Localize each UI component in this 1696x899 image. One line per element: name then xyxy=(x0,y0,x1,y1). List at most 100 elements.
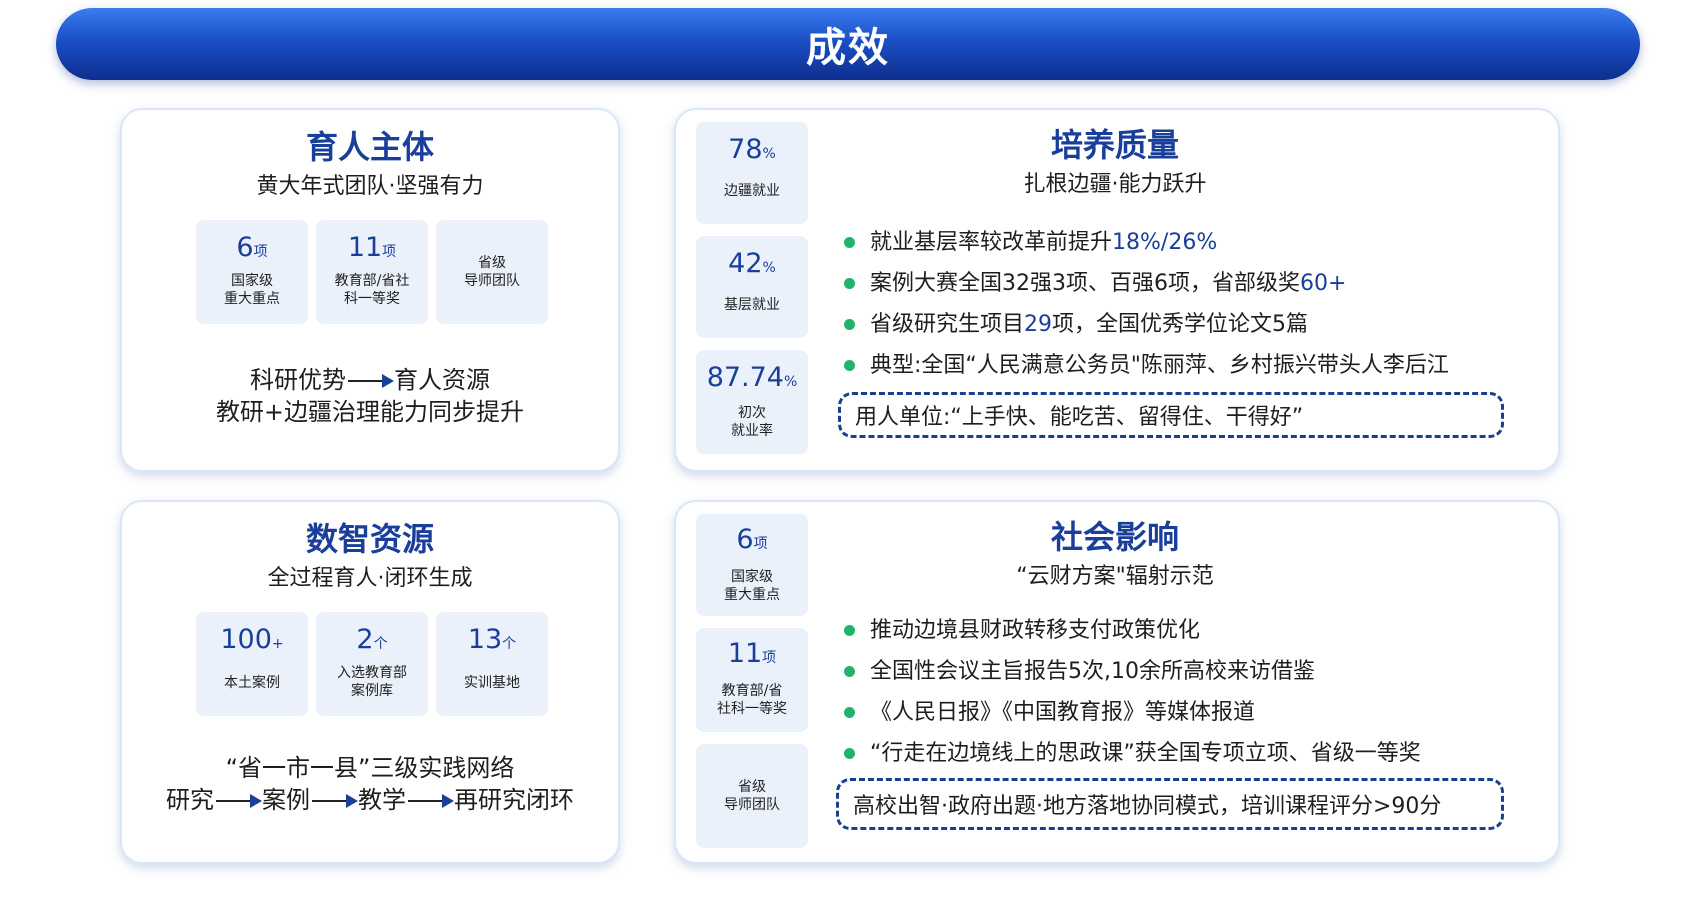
stat-number: 42 xyxy=(728,248,763,279)
practice-network-line: “省一市一县”三级实践网络 xyxy=(225,754,515,782)
stat-label: 社科一等奖 xyxy=(717,701,787,717)
list-item: 典型:全国“人民满意公务员"陈丽萍、乡村振兴带头人李后江 xyxy=(836,345,1449,386)
stat-label: 本土案例 xyxy=(224,675,280,691)
bullet-dot-icon xyxy=(844,748,855,759)
stat-unit: % xyxy=(762,146,776,162)
stat-label: 重大重点 xyxy=(224,291,280,307)
stat-unit: 项 xyxy=(753,536,768,552)
stat-unit: % xyxy=(783,374,798,390)
stat-unit: + xyxy=(271,636,284,652)
stat-number: 11 xyxy=(347,232,383,263)
bullet-dot-icon xyxy=(844,237,855,248)
flow-step: 研究 xyxy=(166,786,214,814)
stat-box: 6项 国家级 重大重点 xyxy=(196,220,308,324)
card-subtitle: “云财方案"辐射示范 xyxy=(1016,564,1214,589)
bullet-dot-icon xyxy=(844,278,855,289)
stat-label: 重大重点 xyxy=(724,587,780,603)
stat-box: 11项 教育部/省社 科一等奖 xyxy=(316,220,428,324)
stat-number: 78 xyxy=(728,134,763,165)
arrow-right-icon xyxy=(408,794,454,808)
impact-bullet-list: 推动边境县财政转移支付政策优化 全国性会议主旨报告5次,10余所高校来访借鉴 《… xyxy=(836,610,1421,774)
list-item: 案例大赛全国32强3项、百强6项，省部级奖60+ xyxy=(836,263,1449,304)
stat-number: 6 xyxy=(236,232,254,263)
list-item: 省级研究生项目29项，全国优秀学位论文5篇 xyxy=(836,304,1449,345)
stat-label: 国家级 xyxy=(231,273,273,289)
stat-box: 78% 边疆就业 xyxy=(696,122,808,224)
stat-box: 100+ 本土案例 xyxy=(196,612,308,716)
flow-step: 案例 xyxy=(262,786,310,814)
list-item: 推动边境县财政转移支付政策优化 xyxy=(836,610,1421,651)
stat-number: 11 xyxy=(727,638,763,669)
collaboration-model-text: 高校出智·政府出题·地方落地协同模式，培训课程评分>90分 xyxy=(853,794,1442,819)
stat-label: 省级 xyxy=(478,255,506,271)
arrow-right-icon xyxy=(216,794,262,808)
arrow-right-icon xyxy=(312,794,358,808)
stat-box: 2个 入选教育部 案例库 xyxy=(316,612,428,716)
stat-label: 案例库 xyxy=(351,683,393,699)
stat-unit: 项 xyxy=(762,650,777,666)
stat-label: 科一等奖 xyxy=(344,291,400,307)
stat-box: 42% 基层就业 xyxy=(696,236,808,338)
title-banner: 成效 xyxy=(56,8,1640,80)
flow-source: 科研优势 xyxy=(250,366,346,394)
summary-line: 教研+边疆治理能力同步提升 xyxy=(215,398,525,426)
stat-number: 100 xyxy=(220,624,272,655)
stat-unit: 项 xyxy=(253,244,268,260)
stat-label: 省级 xyxy=(738,779,766,795)
stat-label: 初次 xyxy=(738,405,766,421)
card-title: 社会影响 xyxy=(1050,518,1179,556)
card-subtitle: 黄大年式团队·坚强有力 xyxy=(256,174,484,199)
quality-bullet-list: 就业基层率较改革前提升18%/26% 案例大赛全国32强3项、百强6项，省部级奖… xyxy=(836,222,1449,386)
stat-label: 边疆就业 xyxy=(724,183,780,199)
flow-step: 教学 xyxy=(358,786,406,814)
flow-step: 再研究闭环 xyxy=(454,786,574,814)
stat-label: 教育部/省社 xyxy=(334,273,410,289)
card-subtitle: 扎根边疆·能力跃升 xyxy=(1023,172,1207,197)
list-item: 就业基层率较改革前提升18%/26% xyxy=(836,222,1449,263)
stat-box: 省级 导师团队 xyxy=(436,220,548,324)
bullet-dot-icon xyxy=(844,666,855,677)
card-title: 育人主体 xyxy=(305,128,434,166)
transform-line: 科研优势 育人资源 xyxy=(122,360,618,395)
employer-feedback-text: 用人单位:“上手快、能吃苦、留得住、干得好” xyxy=(855,405,1304,430)
card-education-subject: 育人主体 黄大年式团队·坚强有力 6项 国家级 重大重点 11项 教育部/省社 … xyxy=(120,108,620,472)
card-subtitle: 全过程育人·闭环生成 xyxy=(267,566,473,591)
bullet-dot-icon xyxy=(844,625,855,636)
employer-feedback-box: 用人单位:“上手快、能吃苦、留得住、干得好” xyxy=(838,392,1504,438)
page-title: 成效 xyxy=(806,25,890,71)
arrow-right-icon xyxy=(348,374,394,388)
stat-box: 11项 教育部/省 社科一等奖 xyxy=(696,628,808,732)
stat-label: 实训基地 xyxy=(464,675,520,691)
stat-number: 13 xyxy=(467,624,503,655)
card-title: 培养质量 xyxy=(1050,126,1179,164)
bullet-dot-icon xyxy=(844,319,855,330)
card-digital-resources: 数智资源 全过程育人·闭环生成 100+ 本土案例 2个 入选教育部 案例库 1… xyxy=(120,500,620,864)
bullet-dot-icon xyxy=(844,360,855,371)
list-item: 《人民日报》《中国教育报》等媒体报道 xyxy=(836,692,1421,733)
research-cycle-line: 研究 案例 教学 再研究闭环 xyxy=(122,780,618,815)
stat-label: 导师团队 xyxy=(464,273,520,289)
collaboration-model-box: 高校出智·政府出题·地方落地协同模式，培训课程评分>90分 xyxy=(836,778,1504,830)
stat-label: 入选教育部 xyxy=(337,665,407,681)
stat-label: 国家级 xyxy=(731,569,773,585)
stat-unit: 个 xyxy=(373,636,388,652)
stat-label: 导师团队 xyxy=(724,797,780,813)
stat-label: 就业率 xyxy=(731,423,773,439)
stat-box: 省级 导师团队 xyxy=(696,744,808,848)
flow-target: 育人资源 xyxy=(394,366,490,394)
stat-unit: % xyxy=(762,260,776,276)
card-title: 数智资源 xyxy=(305,520,434,558)
stat-unit: 个 xyxy=(502,636,517,652)
stat-number: 2 xyxy=(356,624,374,655)
stat-number: 87.74 xyxy=(706,362,784,393)
stat-box: 13个 实训基地 xyxy=(436,612,548,716)
bullet-dot-icon xyxy=(844,707,855,718)
stat-box: 87.74% 初次 就业率 xyxy=(696,350,808,454)
list-item: 全国性会议主旨报告5次,10余所高校来访借鉴 xyxy=(836,651,1421,692)
stat-label: 教育部/省 xyxy=(721,683,783,699)
stat-unit: 项 xyxy=(382,244,397,260)
stat-number: 6 xyxy=(736,524,754,555)
stat-label: 基层就业 xyxy=(724,297,780,313)
stat-box: 6项 国家级 重大重点 xyxy=(696,514,808,616)
list-item: “行走在边境线上的思政课”获全国专项立项、省级一等奖 xyxy=(836,733,1421,774)
